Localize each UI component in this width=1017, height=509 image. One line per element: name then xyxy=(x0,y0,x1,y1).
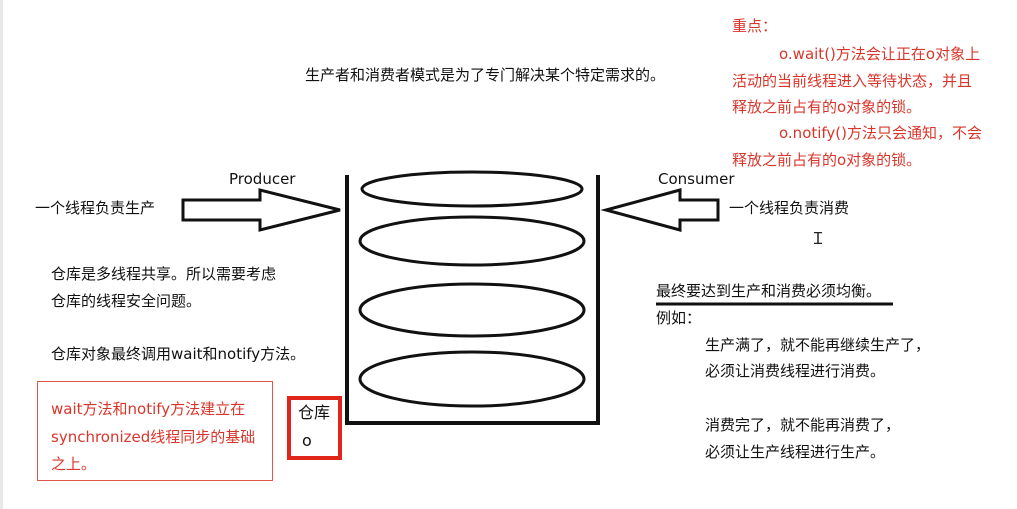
example-label: 例如： xyxy=(656,309,702,327)
wait-note-line: o.wait()方法会让正在o对象上 xyxy=(779,45,981,63)
warehouse-note-line: 仓库对象最终调用wait和notify方法。 xyxy=(51,345,306,363)
consumer-thread-text: 一个线程负责消费 xyxy=(729,199,850,217)
producer-thread-text: 一个线程负责生产 xyxy=(35,199,156,217)
warehouse-container xyxy=(345,175,600,425)
full-case-line: 生产满了，就不能再继续生产了， xyxy=(705,336,931,354)
sync-note-line: wait方法和notify方法建立在 xyxy=(51,400,246,418)
consumer-label: Consumer xyxy=(658,170,735,188)
empty-case-line: 必须让生产线程进行生产。 xyxy=(705,443,886,461)
notify-note-line: o.notify()方法只会通知，不会 xyxy=(779,124,983,142)
wait-note-line: 释放之前占有的o对象的锁。 xyxy=(732,98,922,116)
warehouse-note-line: 仓库的线程安全问题。 xyxy=(51,292,202,310)
key-points-heading: 重点： xyxy=(732,17,778,35)
page-title: 生产者和消费者模式是为了专门解决某个特定需求的。 xyxy=(305,66,666,84)
empty-case-line: 消费完了，就不能再消费了， xyxy=(705,416,901,434)
sync-note-line: synchronized线程同步的基础 xyxy=(51,428,256,446)
balance-heading: 最终要达到生产和消费必须均衡。 xyxy=(656,282,882,300)
warehouse-item xyxy=(358,282,586,338)
warehouse-item xyxy=(358,215,586,267)
producer-label: Producer xyxy=(229,170,296,188)
warehouse-item xyxy=(358,350,586,408)
producer-arrow xyxy=(181,188,341,232)
warehouse-item xyxy=(360,170,584,208)
sync-note-line: 之上。 xyxy=(51,455,97,473)
warehouse-note-line: 仓库是多线程共享。所以需要考虑 xyxy=(51,265,277,283)
warehouse-object-label: 仓库 xyxy=(298,403,331,422)
full-case-line: 必须让消费线程进行消费。 xyxy=(705,362,886,380)
warehouse-object-name: o xyxy=(302,431,312,450)
text-cursor-icon: Ｉ xyxy=(810,229,827,248)
consumer-arrow xyxy=(600,188,720,232)
wait-note-line: 活动的当前线程进入等待状态，并且 xyxy=(732,72,973,90)
notify-note-line: 释放之前占有的o对象的锁。 xyxy=(732,151,922,169)
